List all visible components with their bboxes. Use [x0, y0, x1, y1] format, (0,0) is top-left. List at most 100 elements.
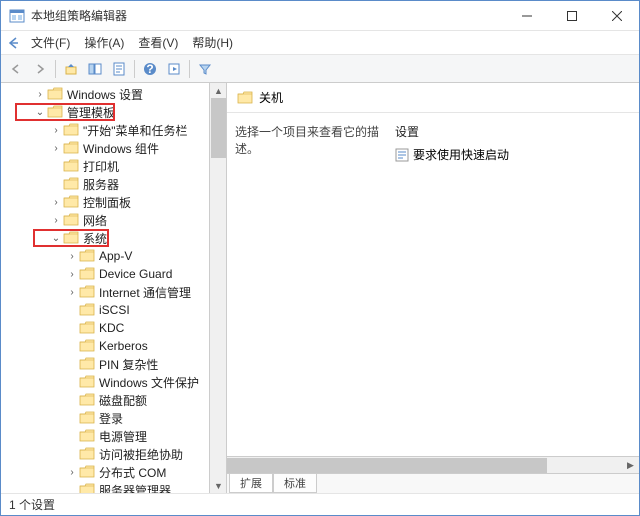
spacer [49, 159, 63, 173]
minimize-button[interactable] [504, 1, 549, 31]
content: ›Windows 设置⌄管理模板 › "开始"菜单和任务栏 › Windows 组件打印… [1, 83, 639, 493]
expand-icon[interactable]: › [49, 141, 63, 155]
filter-button[interactable] [194, 58, 216, 80]
spacer [65, 411, 79, 425]
description-column: 选择一个项目来查看它的描述。 [227, 113, 387, 456]
status-text: 1 个设置 [9, 496, 55, 513]
expand-icon[interactable]: › [65, 249, 79, 263]
forward-button[interactable] [29, 58, 51, 80]
tree-item-label: 磁盘配额 [99, 392, 147, 409]
tree-item[interactable]: 服务器 [1, 175, 209, 193]
scroll-up-arrow[interactable]: ▲ [210, 83, 227, 98]
folder-icon [79, 339, 95, 353]
folder-icon [79, 483, 95, 493]
tree-item[interactable]: › Device Guard [1, 265, 209, 283]
tree-item[interactable]: 服务器管理器 [1, 481, 209, 493]
tree-item[interactable]: › Windows 组件 [1, 139, 209, 157]
tree-item-label: 电源管理 [99, 428, 147, 445]
menu-file[interactable]: 文件(F) [25, 32, 76, 53]
maximize-button[interactable] [549, 1, 594, 31]
collapse-icon[interactable]: ⌄ [49, 231, 63, 245]
tree-item-label: iSCSI [99, 303, 130, 317]
folder-icon [79, 393, 95, 407]
folder-icon [79, 429, 95, 443]
menu-action[interactable]: 操作(A) [78, 32, 130, 53]
folder-icon [63, 141, 79, 155]
menubar: 文件(F) 操作(A) 查看(V) 帮助(H) [1, 31, 639, 55]
tree-item-label: PIN 复杂性 [99, 356, 158, 373]
properties-button[interactable] [108, 58, 130, 80]
details-pane: 关机 选择一个项目来查看它的描述。 设置 要求使用快速启动 ▶ 扩展 标准 [227, 83, 639, 493]
tree-item[interactable]: Windows 文件保护 [1, 373, 209, 391]
tree-item-label: 系统 [83, 230, 107, 247]
vertical-scrollbar[interactable]: ▲ ▼ [209, 83, 226, 493]
folder-icon [79, 357, 95, 371]
tree-item[interactable]: PIN 复杂性 [1, 355, 209, 373]
tree-item[interactable]: ⌄管理模板 [1, 103, 209, 121]
up-button[interactable] [60, 58, 82, 80]
rewind-icon[interactable] [5, 34, 23, 52]
tree-item-label: Windows 组件 [83, 140, 159, 157]
expand-icon[interactable]: › [65, 267, 79, 281]
window-title: 本地组策略编辑器 [31, 7, 504, 24]
back-button[interactable] [5, 58, 27, 80]
tree-item[interactable]: 登录 [1, 409, 209, 427]
tree-item[interactable]: ›Internet 通信管理 [1, 283, 209, 301]
tree-item[interactable]: ›控制面板 [1, 193, 209, 211]
close-button[interactable] [594, 1, 639, 31]
expand-icon[interactable]: › [65, 465, 79, 479]
spacer [65, 429, 79, 443]
tree-item-label: 登录 [99, 410, 123, 427]
show-hide-button[interactable] [84, 58, 106, 80]
tree-item[interactable]: ⌄ 系统 [1, 229, 209, 247]
details-title: 关机 [259, 89, 283, 106]
settings-column: 设置 要求使用快速启动 [387, 113, 639, 456]
expand-icon[interactable]: › [49, 195, 63, 209]
tree-item[interactable]: 访问被拒绝协助 [1, 445, 209, 463]
scroll-thumb[interactable] [227, 458, 547, 473]
tree-item[interactable]: › "开始"菜单和任务栏 [1, 121, 209, 139]
folder-icon [63, 177, 79, 191]
tree-item[interactable]: 打印机 [1, 157, 209, 175]
scroll-right-arrow[interactable]: ▶ [622, 458, 639, 473]
tree-item[interactable]: 磁盘配额 [1, 391, 209, 409]
folder-icon [63, 123, 79, 137]
spacer [65, 375, 79, 389]
folder-icon [63, 159, 79, 173]
horizontal-scrollbar[interactable]: ▶ [227, 456, 639, 473]
tree-item-label: KDC [99, 321, 124, 335]
expand-icon[interactable]: › [49, 123, 63, 137]
tree-item[interactable]: ›网络 [1, 211, 209, 229]
tree-item-label: "开始"菜单和任务栏 [83, 122, 188, 139]
tab-extended[interactable]: 扩展 [229, 474, 273, 493]
collapse-icon[interactable]: ⌄ [33, 105, 47, 119]
tree-item[interactable]: ›App-V [1, 247, 209, 265]
tree-item-label: 服务器 [83, 176, 119, 193]
scroll-thumb[interactable] [211, 98, 226, 158]
setting-item[interactable]: 要求使用快速启动 [395, 146, 631, 163]
menu-help[interactable]: 帮助(H) [186, 32, 239, 53]
expand-icon[interactable]: › [33, 87, 47, 101]
export-button[interactable] [163, 58, 185, 80]
expand-icon[interactable]: › [49, 213, 63, 227]
tree-item[interactable]: ›分布式 COM [1, 463, 209, 481]
tree-item[interactable]: Kerberos [1, 337, 209, 355]
tree[interactable]: ›Windows 设置⌄管理模板 › "开始"菜单和任务栏 › Windows 组件打印… [1, 83, 209, 493]
help-button[interactable]: ? [139, 58, 161, 80]
tree-item-label: Device Guard [99, 267, 172, 281]
folder-icon [79, 285, 95, 299]
tab-standard[interactable]: 标准 [273, 474, 317, 493]
description-text: 选择一个项目来查看它的描述。 [235, 123, 379, 157]
scroll-down-arrow[interactable]: ▼ [210, 478, 227, 493]
folder-icon [63, 213, 79, 227]
tree-item-label: Kerberos [99, 339, 148, 353]
tree-item-label: 访问被拒绝协助 [99, 446, 183, 463]
tree-item[interactable]: iSCSI [1, 301, 209, 319]
tree-item[interactable]: KDC [1, 319, 209, 337]
menu-view[interactable]: 查看(V) [132, 32, 184, 53]
expand-icon[interactable]: › [65, 285, 79, 299]
app-icon [9, 8, 25, 24]
tree-item[interactable]: 电源管理 [1, 427, 209, 445]
tree-item[interactable]: ›Windows 设置 [1, 85, 209, 103]
folder-icon [237, 91, 253, 105]
